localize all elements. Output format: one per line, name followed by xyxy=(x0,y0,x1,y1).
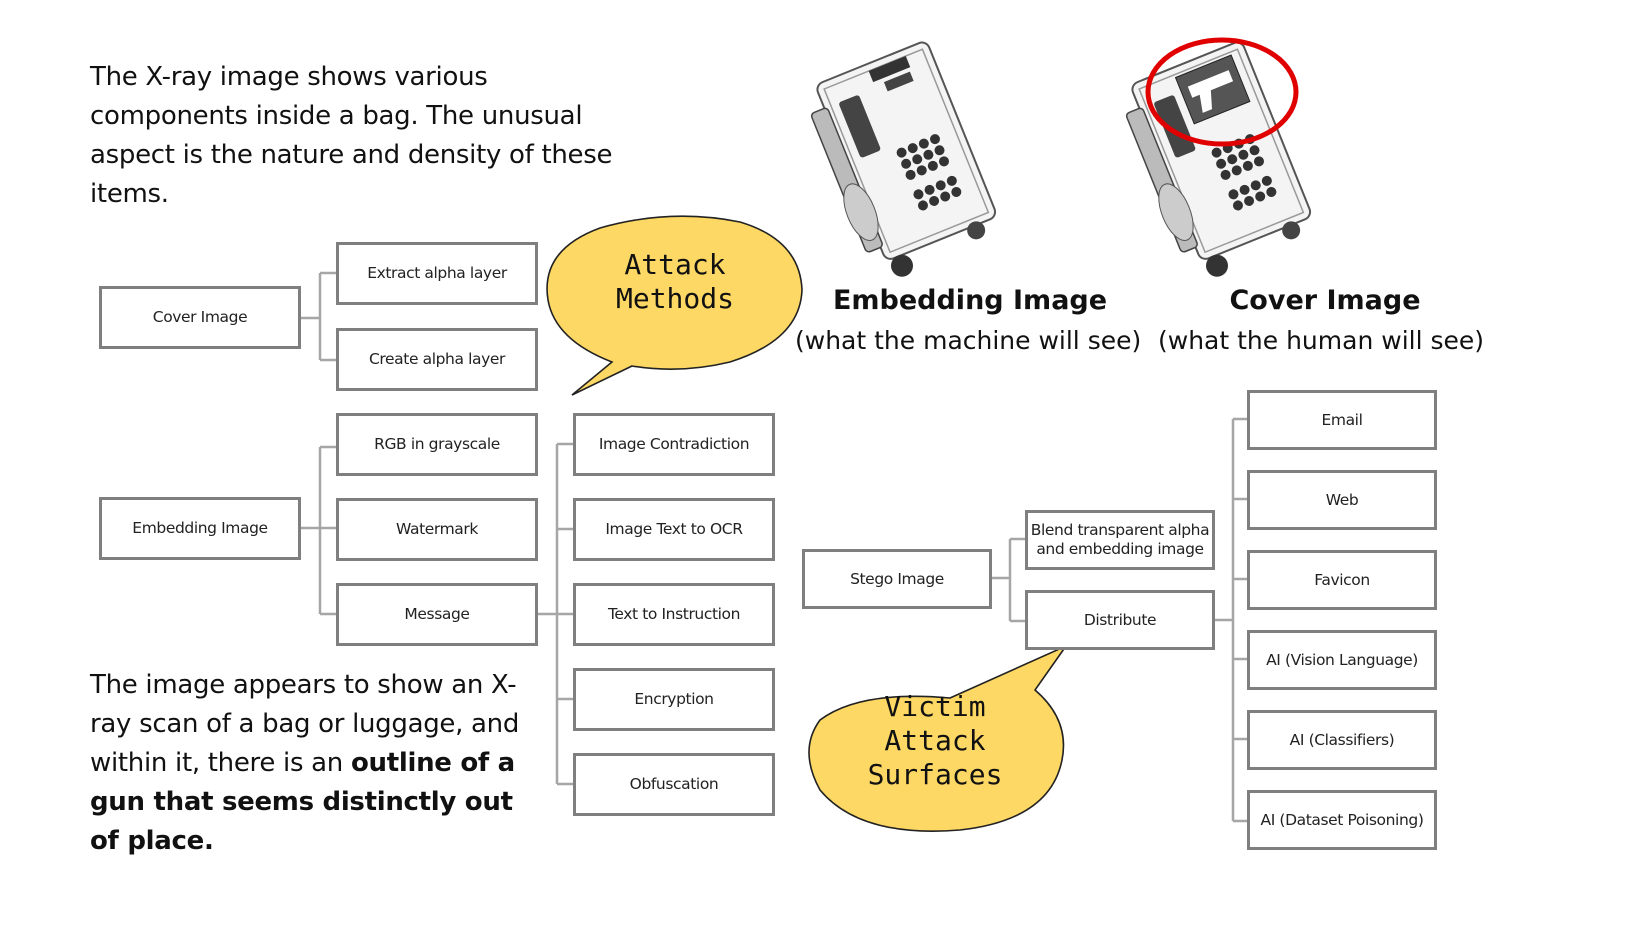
node-embedding-image: Embedding Image xyxy=(99,497,301,560)
victim-surfaces-line-2: Attack xyxy=(884,724,986,757)
node-text-to-instruction: Text to Instruction xyxy=(573,583,775,646)
victim-surfaces-line-3: Surfaces xyxy=(867,758,1003,791)
node-message: Message xyxy=(336,583,538,646)
attack-methods-label: Attack Methods xyxy=(590,248,760,316)
attack-methods-line-1: Attack xyxy=(624,248,726,281)
node-extract-alpha-layer: Extract alpha layer xyxy=(336,242,538,305)
node-ai-classifiers: AI (Classifiers) xyxy=(1247,710,1437,770)
embedding-image-title: Embedding Image xyxy=(832,285,1108,316)
node-encryption: Encryption xyxy=(573,668,775,731)
embedding-image-subtitle: (what the machine will see) xyxy=(795,326,1142,355)
node-image-text-to-ocr: Image Text to OCR xyxy=(573,498,775,561)
connector-distribute xyxy=(1213,417,1249,823)
attack-methods-line-2: Methods xyxy=(615,282,734,315)
node-rgb-in-grayscale: RGB in grayscale xyxy=(336,413,538,476)
connector-embedding xyxy=(300,445,338,616)
node-cover-image: Cover Image xyxy=(99,286,301,349)
node-email: Email xyxy=(1247,390,1437,450)
node-watermark: Watermark xyxy=(336,498,538,561)
victim-surfaces-line-1: Victim xyxy=(884,690,986,723)
node-blend-transparent-alpha: Blend transparent alpha and embedding im… xyxy=(1025,510,1215,570)
connector-stego xyxy=(991,537,1027,623)
cover-image-subtitle: (what the human will see) xyxy=(1158,326,1485,355)
node-stego-image: Stego Image xyxy=(802,549,992,609)
conclusion-paragraph: The image appears to show an X-ray scan … xyxy=(90,666,540,861)
connector-message xyxy=(537,442,575,786)
cover-image-title: Cover Image xyxy=(1229,285,1421,316)
node-create-alpha-layer: Create alpha layer xyxy=(336,328,538,391)
node-ai-dataset-poisoning: AI (Dataset Poisoning) xyxy=(1247,790,1437,850)
intro-paragraph: The X-ray image shows various components… xyxy=(90,62,613,209)
node-web: Web xyxy=(1247,470,1437,530)
node-distribute: Distribute xyxy=(1025,590,1215,650)
node-image-contradiction: Image Contradiction xyxy=(573,413,775,476)
node-obfuscation: Obfuscation xyxy=(573,753,775,816)
node-favicon: Favicon xyxy=(1247,550,1437,610)
cover-xray-image xyxy=(1125,37,1312,277)
connector-cover xyxy=(300,271,338,362)
victim-surfaces-label: Victim Attack Surfaces xyxy=(850,690,1020,792)
node-ai-vision-language: AI (Vision Language) xyxy=(1247,630,1437,690)
embedding-xray-image xyxy=(810,41,997,277)
